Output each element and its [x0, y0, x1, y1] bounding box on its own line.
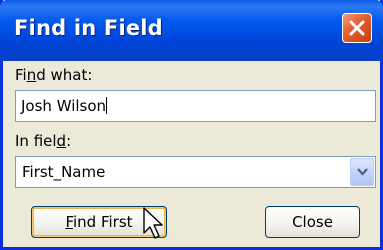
find-what-value: Josh Wilson — [21, 97, 107, 115]
in-field-label-part: In fiel — [15, 132, 57, 150]
title-bar[interactable]: Find in Field — [0, 0, 383, 61]
mouse-pointer-icon — [143, 207, 165, 245]
find-in-field-dialog: Find in Field Find what: Josh Wilson In … — [0, 0, 383, 250]
close-window-button[interactable] — [342, 13, 372, 43]
close-button[interactable]: Close — [265, 206, 360, 238]
in-field-label-part: : — [66, 132, 72, 150]
in-field-mnemonic: d — [56, 132, 67, 150]
find-first-mnemonic: F — [65, 213, 73, 231]
find-what-label: Find what: — [15, 66, 92, 84]
text-caret — [106, 97, 108, 114]
find-what-label-part: Fi — [15, 66, 27, 84]
find-what-input[interactable]: Josh Wilson — [15, 90, 376, 122]
in-field-label: In field: — [15, 132, 71, 150]
in-field-select[interactable]: First_Name — [15, 156, 376, 188]
in-field-selected-value: First_Name — [22, 163, 106, 181]
find-what-mnemonic: n — [26, 66, 37, 84]
find-what-label-part: d what: — [36, 66, 93, 84]
dropdown-button[interactable] — [350, 158, 374, 186]
find-first-label-part: ind First — [73, 213, 133, 231]
dialog-title: Find in Field — [14, 16, 163, 40]
